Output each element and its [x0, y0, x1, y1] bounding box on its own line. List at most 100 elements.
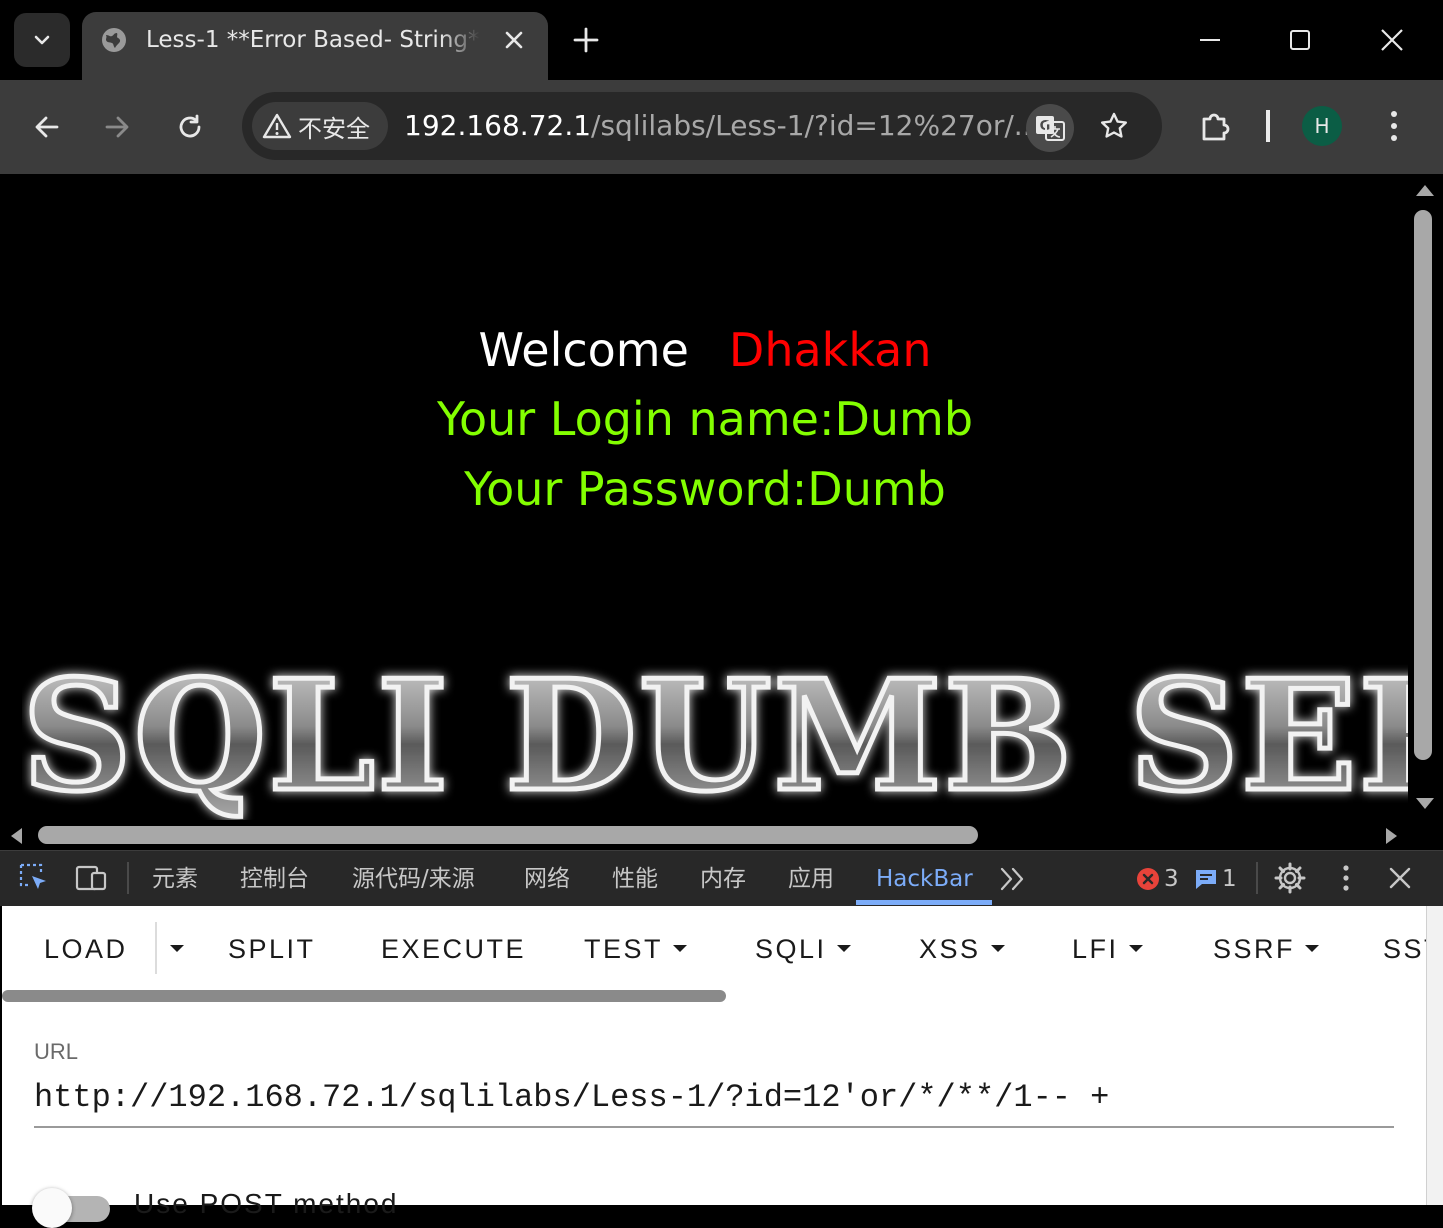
split-button[interactable]: SPLIT [228, 930, 316, 968]
load-dropdown-button[interactable] [160, 930, 190, 968]
forward-button[interactable] [94, 104, 140, 150]
plus-icon [573, 27, 599, 53]
test-menu-button[interactable]: TEST [584, 930, 688, 968]
url-input[interactable]: http://192.168.72.1/sqlilabs/Less-1/?id=… [34, 1076, 1394, 1120]
caret-down-icon [1128, 945, 1143, 953]
test-label: TEST [584, 934, 664, 964]
security-label: 不安全 [298, 114, 370, 143]
tab-application[interactable]: 应用 [788, 862, 834, 896]
more-vertical-icon [1391, 111, 1397, 141]
hackbar-scrollbar[interactable] [1426, 906, 1443, 1205]
settings-button[interactable] [1274, 862, 1306, 894]
minimize-button[interactable] [1188, 18, 1232, 62]
caret-down-icon [170, 945, 184, 953]
tab-hackbar[interactable]: HackBar [876, 862, 973, 896]
tab-sources[interactable]: 源代码/来源 [352, 862, 475, 896]
tab-search-button[interactable] [14, 13, 70, 67]
load-button[interactable]: LOAD [44, 930, 128, 968]
gear-icon [1274, 862, 1306, 894]
caret-down-icon [1305, 945, 1320, 953]
reload-button[interactable] [167, 104, 213, 150]
url-input-underline [34, 1126, 1394, 1128]
vertical-scroll-thumb[interactable] [1414, 210, 1432, 760]
ssrf-label: SSRF [1213, 934, 1296, 964]
chevron-down-icon [34, 35, 50, 45]
scroll-down-icon [1416, 798, 1434, 809]
ssti-menu-button[interactable]: SSTI [1383, 930, 1426, 968]
url-host: 192.168.72.1 [404, 109, 592, 142]
close-icon [505, 31, 523, 49]
scroll-right-icon [1386, 828, 1397, 844]
tab-network[interactable]: 网络 [524, 862, 570, 896]
sqli-dumb-series-banner: SQLI DUMB SERIES [22, 654, 1408, 820]
inspect-element-button[interactable] [18, 862, 50, 894]
horizontal-scroll-thumb[interactable] [38, 826, 978, 844]
sqli-label: SQLI [755, 934, 827, 964]
error-icon [1137, 868, 1159, 890]
tab-memory[interactable]: 内存 [700, 862, 746, 896]
welcome-name: Dhakkan [728, 323, 932, 377]
caret-down-icon [990, 945, 1005, 953]
scroll-up-icon [1416, 185, 1434, 196]
hackbar-toolbar-scroll-thumb[interactable] [2, 990, 726, 1002]
welcome-message: Welcome Dhakkan [2, 320, 1408, 380]
devtools-menu-button[interactable] [1334, 862, 1358, 894]
page-viewport: Welcome Dhakkan Your Login name:Dumb Your… [2, 174, 1408, 820]
message-count: 1 [1222, 866, 1237, 892]
device-toolbar-button[interactable] [74, 862, 108, 894]
more-vertical-icon [1343, 865, 1349, 891]
devtools-divider [1256, 862, 1258, 894]
toolbar-divider [1266, 110, 1270, 142]
xss-label: XSS [919, 934, 981, 964]
puzzle-icon [1202, 113, 1230, 141]
bookmark-button[interactable] [1092, 104, 1136, 148]
profile-avatar[interactable]: H [1302, 106, 1342, 146]
globe-icon [102, 28, 126, 52]
browser-menu-button[interactable] [1372, 104, 1416, 148]
new-tab-button[interactable] [568, 20, 604, 60]
lfi-menu-button[interactable]: LFI [1072, 930, 1143, 968]
message-counter[interactable]: 1 [1194, 864, 1244, 894]
close-icon [1381, 29, 1403, 51]
translate-icon: G [1036, 116, 1065, 141]
tab-console[interactable]: 控制台 [240, 862, 309, 896]
tab-performance[interactable]: 性能 [612, 862, 658, 896]
banner-text: SQLI DUMB SERIES [22, 654, 1408, 820]
caret-down-icon [836, 945, 851, 953]
scroll-left-icon [11, 828, 22, 844]
load-button-divider [155, 922, 157, 974]
devtools-divider [127, 862, 129, 894]
execute-button[interactable]: EXECUTE [381, 930, 526, 968]
url-display[interactable]: 192.168.72.1/sqlilabs/Less-1/?id=12%27or… [404, 106, 1041, 146]
active-tab-indicator [856, 900, 992, 905]
inspect-icon [19, 863, 46, 889]
back-button[interactable] [24, 104, 70, 150]
warning-icon [262, 113, 292, 139]
window-close-button[interactable] [1370, 18, 1414, 62]
post-method-toggle-knob[interactable] [32, 1188, 72, 1228]
tab-elements[interactable]: 元素 [152, 862, 198, 896]
close-icon [1389, 867, 1411, 889]
extensions-button[interactable] [1192, 104, 1238, 150]
password-text: Your Password:Dumb [464, 462, 946, 516]
lfi-label: LFI [1072, 934, 1119, 964]
error-counter[interactable]: 3 [1136, 864, 1188, 894]
sqli-menu-button[interactable]: SQLI [755, 930, 851, 968]
message-icon [1196, 870, 1216, 889]
xss-menu-button[interactable]: XSS [919, 930, 1005, 968]
star-icon [1101, 112, 1127, 138]
arrow-right-icon [105, 116, 129, 138]
close-devtools-button[interactable] [1386, 864, 1414, 892]
maximize-icon [1290, 30, 1310, 50]
security-indicator[interactable]: 不安全 [252, 102, 388, 150]
url-field-label: URL [34, 1039, 79, 1064]
tab-title-fade [440, 20, 490, 60]
translate-button[interactable]: G [1026, 104, 1074, 152]
device-icon [75, 865, 107, 891]
minimize-icon [1200, 39, 1220, 41]
login-name-text: Your Login name:Dumb [436, 392, 974, 446]
close-tab-button[interactable] [500, 24, 528, 56]
more-tabs-button[interactable] [998, 864, 1028, 894]
maximize-button[interactable] [1278, 18, 1322, 62]
ssrf-menu-button[interactable]: SSRF [1213, 930, 1320, 968]
